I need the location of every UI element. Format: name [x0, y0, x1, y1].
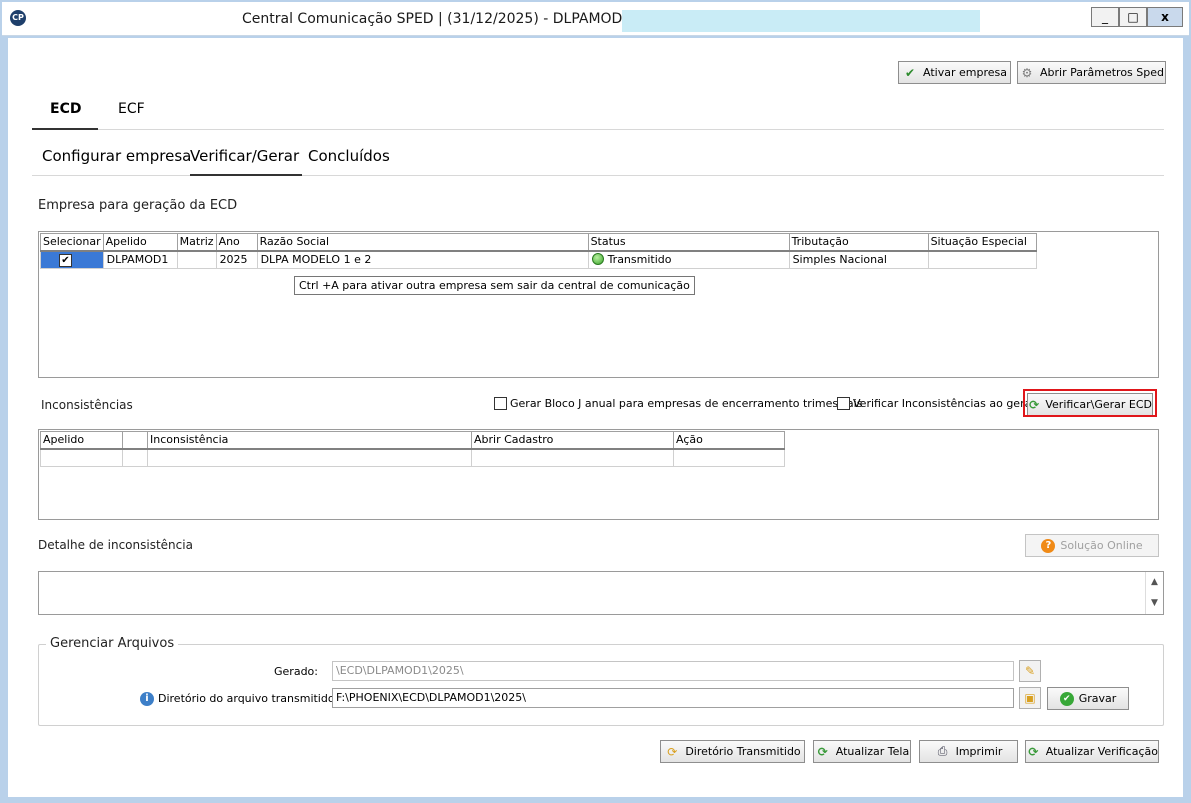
top-tabs: ECD ECF — [32, 93, 1164, 130]
diretorio-label: Diretório do arquivo transmitido: — [158, 692, 339, 705]
gerado-label: Gerado: — [274, 665, 318, 678]
scrollbar[interactable]: ▲ ▼ — [1145, 572, 1163, 614]
diretorio-field[interactable]: F:\PHOENIX\ECD\DLPAMOD1\2025\ — [332, 688, 1014, 708]
col-apelido[interactable]: Apelido — [40, 431, 123, 450]
refresh-icon: ⟳ — [1028, 744, 1039, 759]
checkmark-icon: ✔ — [904, 65, 916, 80]
cell-situacao-especial — [927, 250, 1037, 269]
atualizar-tela-button[interactable]: ⟳ Atualizar Tela — [813, 740, 911, 763]
cell-apelido: DLPAMOD1 — [102, 250, 178, 269]
folder-refresh-icon: ⟳ — [667, 744, 678, 759]
browse-folder-button[interactable]: ▣ — [1019, 687, 1041, 709]
diretorio-transmitido-label: Diretório Transmitido — [685, 745, 801, 758]
tab-concluidos[interactable]: Concluídos — [308, 142, 390, 176]
imprimir-button[interactable]: ⎙ Imprimir — [919, 740, 1018, 763]
ativar-empresa-button[interactable]: ✔ Ativar empresa — [898, 61, 1011, 84]
col-status[interactable]: Status — [587, 233, 790, 252]
col-situacao-especial[interactable]: Situação Especial — [927, 233, 1037, 252]
table-row[interactable]: ✔ DLPAMOD1 2025 DLPA MODELO 1 e 2 Transm… — [40, 250, 1037, 269]
edit-gerado-button[interactable]: ✎ — [1019, 660, 1041, 682]
help-icon: ? — [1041, 538, 1056, 553]
tab-ecf[interactable]: ECF — [100, 93, 162, 130]
minimize-button[interactable]: _ — [1091, 7, 1119, 27]
solucao-online-label: Solução Online — [1060, 539, 1143, 552]
close-button[interactable]: x — [1147, 7, 1183, 27]
gear-icon: ⚙ — [1021, 65, 1033, 80]
diretorio-transmitido-button[interactable]: ⟳ Diretório Transmitido — [660, 740, 805, 763]
highlight-box — [1023, 389, 1157, 417]
tab-ecd[interactable]: ECD — [32, 93, 98, 130]
status-green-icon — [591, 253, 604, 266]
inconsistencias-table: Apelido Inconsistência Abrir Cadastro Aç… — [40, 431, 785, 467]
info-icon: i — [140, 692, 154, 706]
printer-icon: ⎙ — [937, 744, 948, 758]
verificar-inconsistencias-checkbox[interactable]: Verificar Inconsistências ao gerar — [837, 397, 1036, 410]
empresa-grid: Selecionar Apelido Matriz Ano Razão Soci… — [38, 231, 1159, 378]
cell-ano: 2025 — [215, 250, 258, 269]
gerenciar-arquivos-group — [38, 644, 1164, 726]
cell-matriz — [176, 250, 217, 269]
inconsistencias-title: Inconsistências — [41, 398, 133, 412]
col-apelido[interactable]: Apelido — [102, 233, 178, 252]
edit-document-icon: ✎ — [1024, 664, 1036, 678]
title-bar: CP Central Comunicação SPED | (31/12/202… — [2, 2, 1189, 36]
atualizar-verificacao-button[interactable]: ⟳ Atualizar Verificação — [1025, 740, 1159, 763]
folder-icon: ▣ — [1024, 691, 1036, 705]
select-checkbox[interactable]: ✔ — [59, 254, 72, 268]
verificar-inconsistencias-box[interactable] — [837, 397, 850, 410]
maximize-button[interactable]: □ — [1119, 7, 1147, 27]
gerado-field[interactable]: \ECD\DLPAMOD1\2025\ — [332, 661, 1014, 681]
detalhe-title: Detalhe de inconsistência — [38, 538, 193, 552]
inconsistencias-grid: Apelido Inconsistência Abrir Cadastro Aç… — [38, 429, 1159, 520]
abrir-parametros-label: Abrir Parâmetros Sped — [1040, 66, 1164, 79]
window-title: Central Comunicação SPED | (31/12/2025) … — [242, 11, 641, 27]
col-matriz[interactable]: Matriz — [176, 233, 217, 252]
app-logo-icon: CP — [10, 10, 26, 26]
checkmark-icon: ✔ — [1059, 691, 1074, 706]
gerenciar-arquivos-title: Gerenciar Arquivos — [46, 636, 179, 651]
col-acao[interactable]: Ação — [673, 431, 785, 450]
solucao-online-button[interactable]: ? Solução Online — [1025, 534, 1159, 557]
gravar-button[interactable]: ✔ Gravar — [1047, 687, 1129, 710]
status-label: Transmitido — [607, 253, 672, 267]
cell-razao-social: DLPA MODELO 1 e 2 — [256, 250, 589, 269]
tab-verificar-gerar[interactable]: Verificar/Gerar — [190, 142, 302, 176]
window-content: ✔ Ativar empresa ⚙ Abrir Parâmetros Sped… — [8, 38, 1183, 797]
redacted-title-area — [622, 10, 980, 32]
ativar-empresa-label: Ativar empresa — [923, 66, 1007, 79]
col-inconsistencia[interactable]: Inconsistência — [147, 431, 472, 450]
empresa-section-title: Empresa para geração da ECD — [38, 198, 238, 213]
bloco-j-checkbox[interactable]: Gerar Bloco J anual para empresas de enc… — [494, 397, 862, 410]
tab-configurar-empresa[interactable]: Configurar empresa — [42, 142, 191, 176]
scroll-down-icon[interactable]: ▼ — [1146, 593, 1163, 614]
empresa-table: Selecionar Apelido Matriz Ano Razão Soci… — [40, 233, 1037, 269]
verificar-inconsistencias-label: Verificar Inconsistências ao gerar — [853, 397, 1036, 410]
col-razao-social[interactable]: Razão Social — [256, 233, 589, 252]
tooltip: Ctrl +A para ativar outra empresa sem sa… — [294, 276, 695, 295]
select-cell[interactable]: ✔ — [40, 250, 104, 269]
col-blank[interactable] — [122, 431, 148, 450]
col-abrir-cadastro[interactable]: Abrir Cadastro — [471, 431, 674, 450]
detalhe-textarea[interactable]: ▲ ▼ — [38, 571, 1164, 615]
sub-tabs: Configurar empresa Verificar/Gerar Concl… — [32, 142, 1164, 176]
abrir-parametros-sped-button[interactable]: ⚙ Abrir Parâmetros Sped — [1017, 61, 1166, 84]
cell-tributacao: Simples Nacional — [788, 250, 929, 269]
col-tributacao[interactable]: Tributação — [788, 233, 929, 252]
col-selecionar[interactable]: Selecionar — [40, 233, 104, 252]
bloco-j-label: Gerar Bloco J anual para empresas de enc… — [510, 397, 863, 410]
gravar-label: Gravar — [1078, 692, 1117, 705]
atualizar-tela-label: Atualizar Tela — [835, 745, 910, 758]
main-window: CP Central Comunicação SPED | (31/12/202… — [0, 0, 1191, 803]
refresh-icon: ⟳ — [817, 744, 828, 759]
col-ano[interactable]: Ano — [215, 233, 258, 252]
cell-status: Transmitido — [587, 250, 790, 269]
bloco-j-box[interactable] — [494, 397, 507, 410]
table-row — [40, 448, 785, 467]
atualizar-verificacao-label: Atualizar Verificação — [1045, 745, 1158, 758]
scroll-up-icon[interactable]: ▲ — [1146, 572, 1163, 593]
imprimir-label: Imprimir — [955, 745, 1003, 758]
